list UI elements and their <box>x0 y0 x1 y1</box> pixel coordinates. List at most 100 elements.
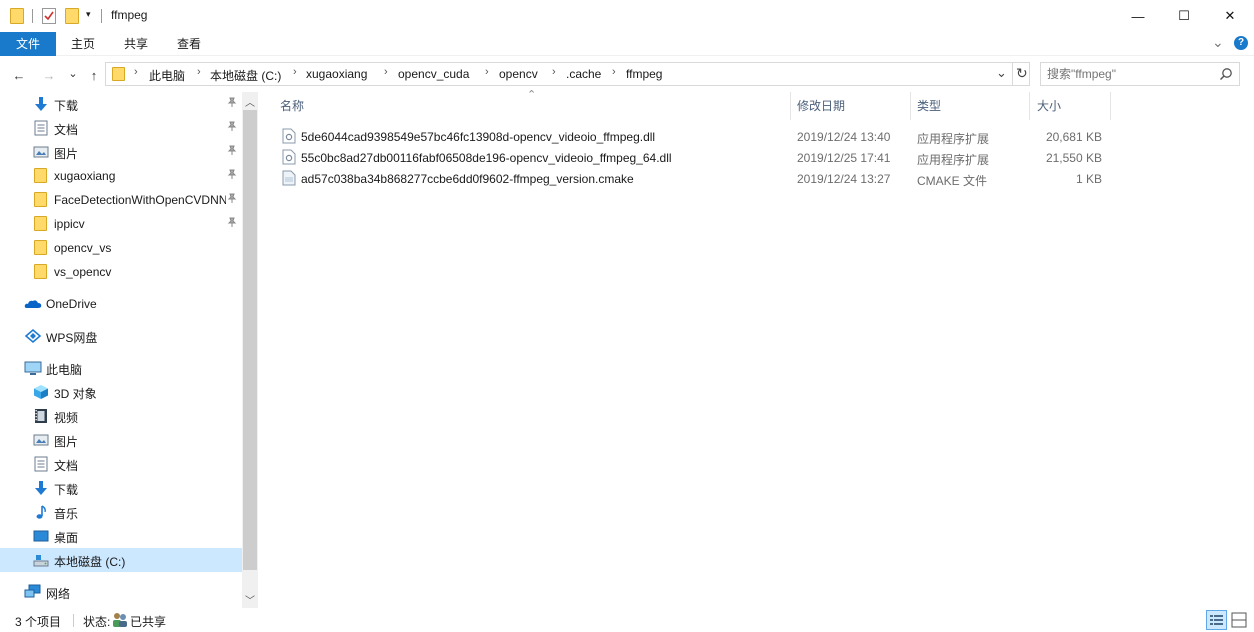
search-box[interactable] <box>1040 62 1240 86</box>
sidebar-item-facedetection[interactable]: FaceDetectionWithOpenCVDNN <box>0 188 242 212</box>
file-size: 20,681 KB <box>1045 130 1102 144</box>
sidebar-item-onedrive[interactable]: OneDrive <box>0 292 242 316</box>
column-header-size[interactable]: 大小 <box>1037 92 1107 120</box>
pin-icon[interactable] <box>227 97 237 110</box>
pin-icon[interactable] <box>227 217 237 230</box>
chevron-right-icon[interactable]: › <box>197 66 201 78</box>
tab-file[interactable]: 文件 <box>0 32 56 56</box>
download-icon <box>33 480 49 496</box>
sidebar-item-opencv-vs[interactable]: opencv_vs <box>0 236 242 260</box>
column-divider[interactable] <box>910 92 911 120</box>
sidebar-item-vs-opencv[interactable]: vs_opencv <box>0 260 242 284</box>
scroll-up-icon[interactable]: ︿ <box>245 94 255 109</box>
breadcrumb-xugaoxiang[interactable]: xugaoxiang <box>306 67 367 81</box>
expand-ribbon-icon[interactable]: ⌄ <box>1212 34 1224 51</box>
pin-icon[interactable] <box>227 145 237 158</box>
chevron-right-icon[interactable]: › <box>485 66 489 78</box>
chevron-right-icon[interactable]: › <box>293 66 297 78</box>
breadcrumb-opencv-cuda[interactable]: opencv_cuda <box>398 67 469 81</box>
folder-icon <box>34 168 47 183</box>
breadcrumb-cache[interactable]: .cache <box>566 67 601 81</box>
wps-cloud-icon <box>24 328 42 344</box>
recent-locations-button[interactable]: ⌄ <box>64 64 82 82</box>
divider <box>101 9 102 23</box>
file-size: 1 KB <box>1075 172 1102 186</box>
chevron-right-icon[interactable]: › <box>134 66 138 78</box>
scroll-down-icon[interactable]: ﹀ <box>245 592 255 607</box>
address-dropdown-icon[interactable]: ⌄ <box>996 65 1007 81</box>
back-button[interactable]: ← <box>10 66 28 84</box>
sidebar-item-downloads[interactable]: 下载 <box>0 92 242 116</box>
download-icon <box>33 96 49 112</box>
minimize-button[interactable]: — <box>1115 0 1161 32</box>
maximize-button[interactable]: ☐ <box>1161 0 1207 32</box>
forward-button[interactable]: → <box>40 66 58 84</box>
file-name: 55c0bc8ad27db00116fabf06508de196-opencv_… <box>301 151 672 165</box>
sidebar-item-label: ippicv <box>54 217 85 231</box>
table-row[interactable]: 55c0bc8ad27db00116fabf06508de196-opencv_… <box>278 147 1108 168</box>
tab-home[interactable]: 主页 <box>60 32 106 56</box>
file-name: 5de6044cad9398549e57bc46fc13908d-opencv_… <box>301 130 656 144</box>
properties-icon[interactable] <box>42 8 56 24</box>
window-title: ffmpeg <box>111 8 148 22</box>
column-divider[interactable] <box>1029 92 1030 120</box>
sidebar-item-downloads-pc[interactable]: 下载 <box>0 476 242 500</box>
chevron-right-icon[interactable]: › <box>384 66 388 78</box>
sidebar-item-pictures[interactable]: 图片 <box>0 140 242 164</box>
divider <box>32 9 33 23</box>
customize-quick-access-icon[interactable]: ▾ <box>86 9 91 20</box>
column-divider[interactable] <box>1110 92 1111 120</box>
sidebar-item-documents-pc[interactable]: 文档 <box>0 452 242 476</box>
table-row[interactable]: 5de6044cad9398549e57bc46fc13908d-opencv_… <box>278 126 1108 147</box>
breadcrumb-this-pc[interactable]: 此电脑 <box>149 67 185 84</box>
breadcrumb-local-disk[interactable]: 本地磁盘 (C:) <box>210 67 281 84</box>
sidebar-item-label: WPS网盘 <box>46 331 98 345</box>
folder-icon <box>112 67 125 81</box>
status-label: 状态: <box>83 615 111 629</box>
new-folder-icon[interactable] <box>65 8 79 24</box>
pin-icon[interactable] <box>227 169 237 182</box>
tab-share[interactable]: 共享 <box>113 32 159 56</box>
details-view-button[interactable] <box>1206 610 1227 630</box>
sidebar-item-ippicv[interactable]: ippicv <box>0 212 242 236</box>
pin-icon[interactable] <box>227 193 237 206</box>
sidebar-item-xugaoxiang[interactable]: xugaoxiang <box>0 164 242 188</box>
pin-icon[interactable] <box>227 121 237 134</box>
search-input[interactable] <box>1047 66 1207 82</box>
breadcrumb-ffmpeg[interactable]: ffmpeg <box>626 67 662 81</box>
sidebar-item-network[interactable]: 网络 <box>0 580 242 604</box>
column-divider[interactable] <box>790 92 791 120</box>
scrollbar-thumb[interactable] <box>243 110 257 570</box>
sidebar-item-local-disk[interactable]: 本地磁盘 (C:) <box>0 548 242 572</box>
column-header-modified[interactable]: 修改日期 <box>797 92 907 120</box>
sidebar-item-wps[interactable]: WPS网盘 <box>0 324 242 348</box>
chevron-right-icon[interactable]: › <box>612 66 616 78</box>
large-icons-view-button[interactable] <box>1230 611 1248 629</box>
divider <box>73 614 74 627</box>
sidebar-item-music[interactable]: 音乐 <box>0 500 242 524</box>
column-header-type[interactable]: 类型 <box>917 92 1027 120</box>
sidebar-item-label: 此电脑 <box>46 363 83 377</box>
folder-icon <box>34 264 47 279</box>
sidebar-item-documents[interactable]: 文档 <box>0 116 242 140</box>
chevron-right-icon[interactable]: › <box>552 66 556 78</box>
sidebar-item-label: 下载 <box>54 99 79 113</box>
sidebar-item-3d-objects[interactable]: 3D 对象 <box>0 380 242 404</box>
search-icon[interactable] <box>1219 67 1233 84</box>
table-row[interactable]: ad57c038ba34b868277ccbe6dd0f9602-ffmpeg_… <box>278 168 1108 189</box>
file-size: 21,550 KB <box>1045 151 1102 165</box>
help-icon[interactable]: ? <box>1234 36 1248 50</box>
sidebar-item-desktop[interactable]: 桌面 <box>0 524 242 548</box>
refresh-icon[interactable]: ↻ <box>1016 65 1028 82</box>
sidebar-item-videos[interactable]: 视频 <box>0 404 242 428</box>
sidebar-item-pictures-pc[interactable]: 图片 <box>0 428 242 452</box>
sidebar-item-this-pc[interactable]: 此电脑 <box>0 356 242 380</box>
column-header-name[interactable]: 名称 <box>280 92 790 120</box>
file-type: 应用程序扩展 <box>917 153 990 167</box>
tab-view[interactable]: 查看 <box>166 32 212 56</box>
breadcrumb-opencv[interactable]: opencv <box>499 67 538 81</box>
close-button[interactable]: ✕ <box>1207 0 1253 32</box>
title-bar: ▾ ffmpeg — ☐ ✕ <box>0 0 1254 32</box>
address-bar[interactable]: › 此电脑 › 本地磁盘 (C:) › xugaoxiang › opencv_… <box>105 62 1030 86</box>
up-button[interactable]: ↑ <box>85 66 103 84</box>
